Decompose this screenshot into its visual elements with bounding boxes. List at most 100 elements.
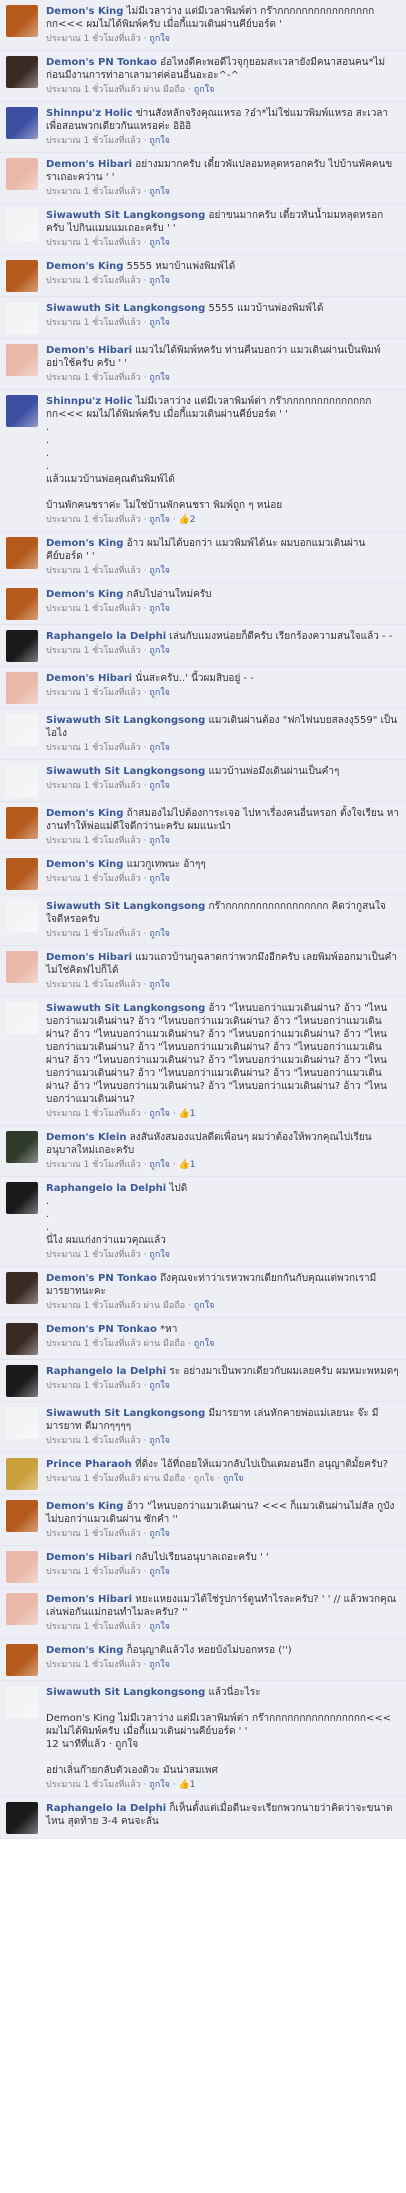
comment-author[interactable]: Siwawuth Sit Langkongsong bbox=[46, 210, 205, 221]
like-link[interactable]: ถูกใจ bbox=[149, 1436, 170, 1446]
comment-author[interactable]: Demon's Klein bbox=[46, 1132, 127, 1143]
comment-author[interactable]: Demon's Hibari bbox=[46, 1552, 132, 1563]
comment-author[interactable]: Demon's Hibari bbox=[46, 159, 132, 170]
like-count[interactable]: 1 bbox=[190, 1109, 196, 1119]
comment-author[interactable]: Demon's King bbox=[46, 1645, 123, 1656]
like-link[interactable]: ถูกใจ bbox=[149, 781, 170, 791]
avatar[interactable] bbox=[6, 1644, 38, 1676]
comment-author[interactable]: Shinnpu'z Holic bbox=[46, 108, 133, 119]
like-link[interactable]: ถูกใจ bbox=[149, 874, 170, 884]
like-link[interactable]: ถูกใจ bbox=[149, 743, 170, 753]
comment-author[interactable]: Raphangelo la Delphi bbox=[46, 1366, 166, 1377]
like-link[interactable]: ถูกใจ bbox=[149, 980, 170, 990]
avatar[interactable] bbox=[6, 858, 38, 890]
comment-author[interactable]: Demon's King bbox=[46, 808, 123, 819]
avatar[interactable] bbox=[6, 1500, 38, 1532]
avatar[interactable] bbox=[6, 1551, 38, 1583]
comment-author[interactable]: Siwawuth Sit Langkongsong bbox=[46, 715, 205, 726]
like-link[interactable]: ถูกใจ bbox=[149, 515, 170, 525]
avatar[interactable] bbox=[6, 1323, 38, 1355]
avatar[interactable] bbox=[6, 56, 38, 88]
avatar[interactable] bbox=[6, 1686, 38, 1718]
like-link[interactable]: ถูกใจ bbox=[149, 688, 170, 698]
like-link[interactable]: ถูกใจ bbox=[149, 1160, 170, 1170]
avatar[interactable] bbox=[6, 630, 38, 662]
comment-author[interactable]: Demon's Hibari bbox=[46, 952, 132, 963]
comment-author[interactable]: Siwawuth Sit Langkongsong bbox=[46, 1687, 205, 1698]
comment-author[interactable]: Raphangelo la Delphi bbox=[46, 1803, 166, 1814]
avatar[interactable] bbox=[6, 395, 38, 427]
avatar[interactable] bbox=[6, 672, 38, 704]
like-link[interactable]: ถูกใจ bbox=[194, 85, 215, 95]
like-link[interactable]: ถูกใจ bbox=[149, 373, 170, 383]
avatar[interactable] bbox=[6, 302, 38, 334]
like-link[interactable]: ถูกใจ bbox=[149, 929, 170, 939]
comment-author[interactable]: Siwawuth Sit Langkongsong bbox=[46, 303, 205, 314]
comment-author[interactable]: Raphangelo la Delphi bbox=[46, 1183, 166, 1194]
like-link[interactable]: ถูกใจ bbox=[149, 136, 170, 146]
comment-author[interactable]: Demon's King bbox=[46, 859, 123, 870]
avatar[interactable] bbox=[6, 1002, 38, 1034]
like-link[interactable]: ถูกใจ bbox=[149, 1109, 170, 1119]
like-link[interactable]: ถูกใจ bbox=[149, 1381, 170, 1391]
like-link[interactable]: ถูกใจ bbox=[149, 604, 170, 614]
like-count[interactable]: 1 bbox=[190, 1160, 196, 1170]
avatar[interactable] bbox=[6, 714, 38, 746]
like-link[interactable]: ถูกใจ bbox=[149, 1567, 170, 1577]
comment-author[interactable]: Demon's King bbox=[46, 538, 123, 549]
comment-author[interactable]: Demon's PN Tonkao bbox=[46, 1324, 157, 1335]
comment-author[interactable]: Demon's King bbox=[46, 261, 123, 272]
comment-author[interactable]: Demon's PN Tonkao bbox=[46, 57, 157, 68]
like-link[interactable]: ถูกใจ bbox=[149, 1250, 170, 1260]
like-link[interactable]: ถูกใจ bbox=[149, 238, 170, 248]
comment-author[interactable]: Siwawuth Sit Langkongsong bbox=[46, 1408, 205, 1419]
avatar[interactable] bbox=[6, 1802, 38, 1834]
comment-author[interactable]: Siwawuth Sit Langkongsong bbox=[46, 1003, 205, 1014]
comment-author[interactable]: Raphangelo la Delphi bbox=[46, 631, 166, 642]
avatar[interactable] bbox=[6, 807, 38, 839]
avatar[interactable] bbox=[6, 158, 38, 190]
avatar[interactable] bbox=[6, 260, 38, 292]
avatar[interactable] bbox=[6, 1458, 38, 1490]
avatar[interactable] bbox=[6, 1182, 38, 1214]
like-link[interactable]: ถูกใจ bbox=[223, 1474, 244, 1484]
comment-author[interactable]: Siwawuth Sit Langkongsong bbox=[46, 766, 205, 777]
comment-author[interactable]: Shinnpu'z Holic bbox=[46, 396, 133, 407]
avatar[interactable] bbox=[6, 107, 38, 139]
avatar[interactable] bbox=[6, 765, 38, 797]
like-link[interactable]: ถูกใจ bbox=[194, 1339, 215, 1349]
avatar[interactable] bbox=[6, 1365, 38, 1397]
like-link[interactable]: ถูกใจ bbox=[149, 836, 170, 846]
avatar[interactable] bbox=[6, 1272, 38, 1304]
avatar[interactable] bbox=[6, 1131, 38, 1163]
like-link[interactable]: ถูกใจ bbox=[149, 34, 170, 44]
comment-author[interactable]: Demon's King bbox=[46, 1501, 123, 1512]
like-link[interactable]: ถูกใจ bbox=[149, 1660, 170, 1670]
avatar[interactable] bbox=[6, 209, 38, 241]
avatar[interactable] bbox=[6, 344, 38, 376]
comment-author[interactable]: Demon's Hibari bbox=[46, 673, 132, 684]
comment-author[interactable]: Demon's King bbox=[46, 6, 123, 17]
like-link[interactable]: ถูกใจ bbox=[149, 318, 170, 328]
like-link[interactable]: ถูกใจ bbox=[149, 566, 170, 576]
avatar[interactable] bbox=[6, 588, 38, 620]
like-link[interactable]: ถูกใจ bbox=[149, 646, 170, 656]
comment-author[interactable]: Siwawuth Sit Langkongsong bbox=[46, 901, 205, 912]
like-link[interactable]: ถูกใจ bbox=[149, 276, 170, 286]
avatar[interactable] bbox=[6, 900, 38, 932]
avatar[interactable] bbox=[6, 1407, 38, 1439]
avatar[interactable] bbox=[6, 951, 38, 983]
comment-author[interactable]: Demon's Hibari bbox=[46, 1594, 132, 1605]
avatar[interactable] bbox=[6, 1593, 38, 1625]
like-count[interactable]: 1 bbox=[190, 1780, 196, 1790]
like-link[interactable]: ถูกใจ bbox=[149, 1622, 170, 1632]
like-link[interactable]: ถูกใจ bbox=[149, 187, 170, 197]
comment-author[interactable]: Demon's PN Tonkao bbox=[46, 1273, 157, 1284]
avatar[interactable] bbox=[6, 537, 38, 569]
like-count[interactable]: 2 bbox=[190, 515, 196, 525]
comment-author[interactable]: Demon's King bbox=[46, 589, 123, 600]
like-link[interactable]: ถูกใจ bbox=[149, 1529, 170, 1539]
comment-author[interactable]: Demon's Hibari bbox=[46, 345, 132, 356]
like-link[interactable]: ถูกใจ bbox=[149, 1780, 170, 1790]
comment-author[interactable]: Prince Pharaoh bbox=[46, 1459, 132, 1470]
